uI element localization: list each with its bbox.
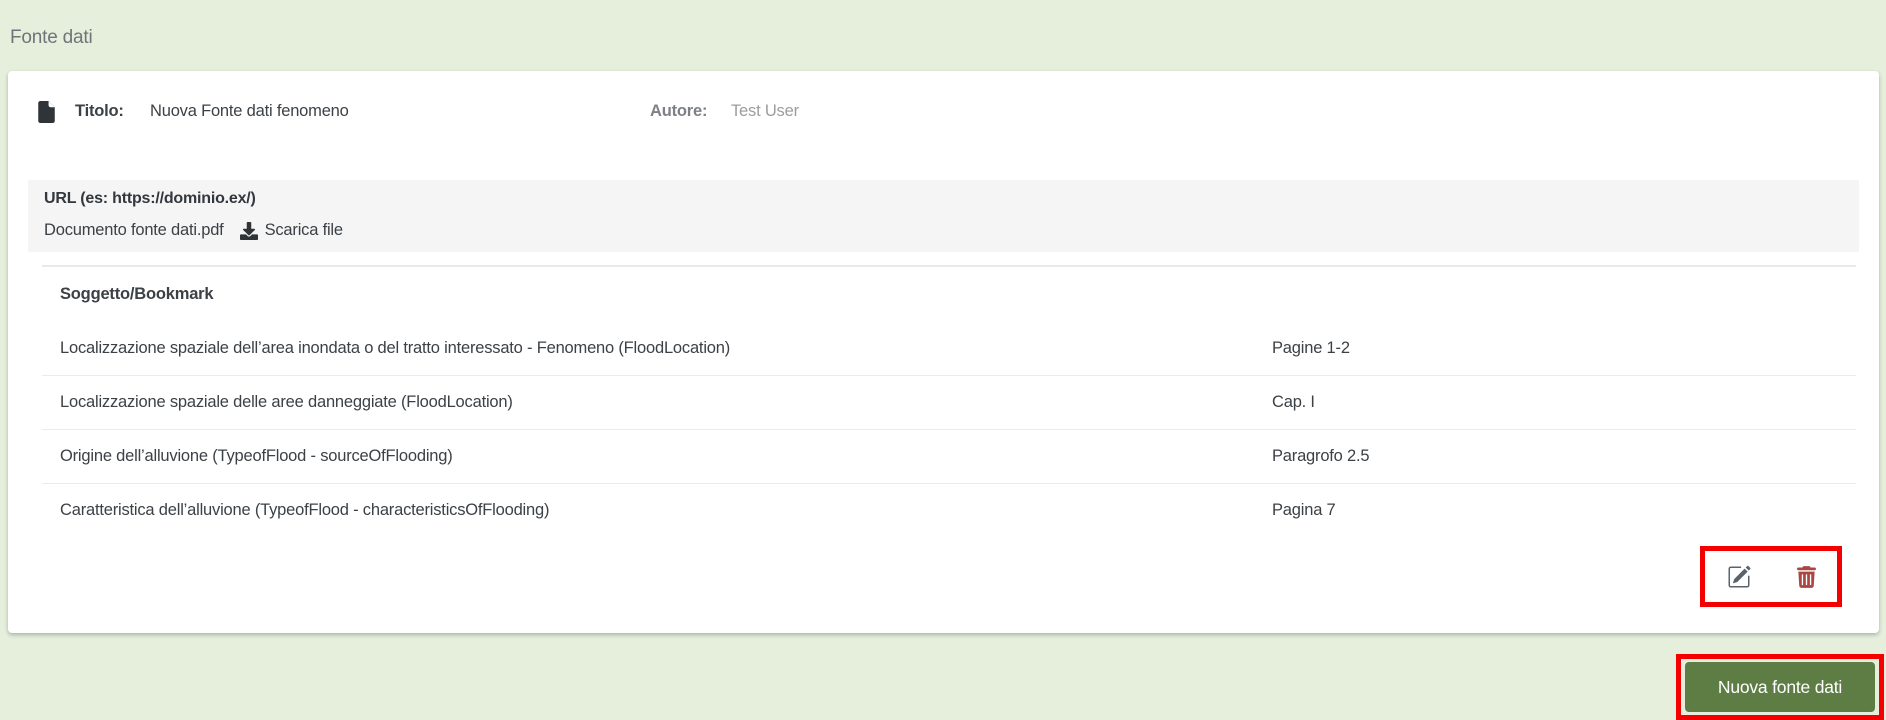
subject-cell: Caratteristica dell’alluvione (TypeofFlo… <box>60 501 550 519</box>
table-header-row: Soggetto/Bookmark <box>42 267 1856 321</box>
delete-button[interactable] <box>1796 565 1816 588</box>
subject-cell: Origine dell’alluvione (TypeofFlood - so… <box>60 447 453 465</box>
table-row: Origine dell’alluvione (TypeofFlood - so… <box>42 429 1856 483</box>
pages-cell: Paragrofo 2.5 <box>1272 447 1370 465</box>
autore-label: Autore: <box>650 102 708 120</box>
titolo-label: Titolo: <box>75 102 124 120</box>
table-row: Localizzazione spaziale dell’area inonda… <box>42 321 1856 375</box>
subject-cell: Localizzazione spaziale delle aree danne… <box>60 393 513 411</box>
page-title: Fonte dati <box>10 27 93 48</box>
autore-value: Test User <box>731 102 799 120</box>
table-row: Localizzazione spaziale delle aree danne… <box>42 375 1856 429</box>
url-bar: URL (es: https://dominio.ex/) Documento … <box>28 180 1859 252</box>
file-icon <box>38 101 55 123</box>
annotation-box-actions <box>1700 546 1842 607</box>
pages-cell: Cap. I <box>1272 393 1315 411</box>
document-name: Documento fonte dati.pdf <box>44 221 224 239</box>
annotation-box-new-button: Nuova fonte dati <box>1676 654 1884 720</box>
title-row: Titolo: Nuova Fonte dati fenomeno Autore… <box>8 101 1879 125</box>
download-link[interactable]: Scarica file <box>239 221 343 240</box>
table-row: Caratteristica dell’alluvione (TypeofFlo… <box>42 483 1856 537</box>
pages-cell: Pagine 1-2 <box>1272 338 1350 357</box>
nuova-fonte-dati-button[interactable]: Nuova fonte dati <box>1685 662 1875 712</box>
titolo-value: Nuova Fonte dati fenomeno <box>150 102 349 120</box>
document-row: Documento fonte dati.pdf Scarica file <box>44 221 343 240</box>
edit-pencil-icon <box>1728 565 1750 587</box>
trash-icon <box>1796 565 1816 588</box>
table-header-subject: Soggetto/Bookmark <box>60 284 214 303</box>
subject-cell: Localizzazione spaziale dell’area inonda… <box>60 338 731 357</box>
url-label: URL (es: https://dominio.ex/) <box>44 190 256 207</box>
download-label: Scarica file <box>264 221 343 239</box>
download-icon <box>239 221 258 240</box>
fonte-dati-card: Titolo: Nuova Fonte dati fenomeno Autore… <box>8 71 1879 633</box>
edit-button[interactable] <box>1727 565 1751 589</box>
pages-cell: Pagina 7 <box>1272 501 1336 519</box>
bookmark-table: Soggetto/Bookmark Localizzazione spazial… <box>42 265 1856 537</box>
